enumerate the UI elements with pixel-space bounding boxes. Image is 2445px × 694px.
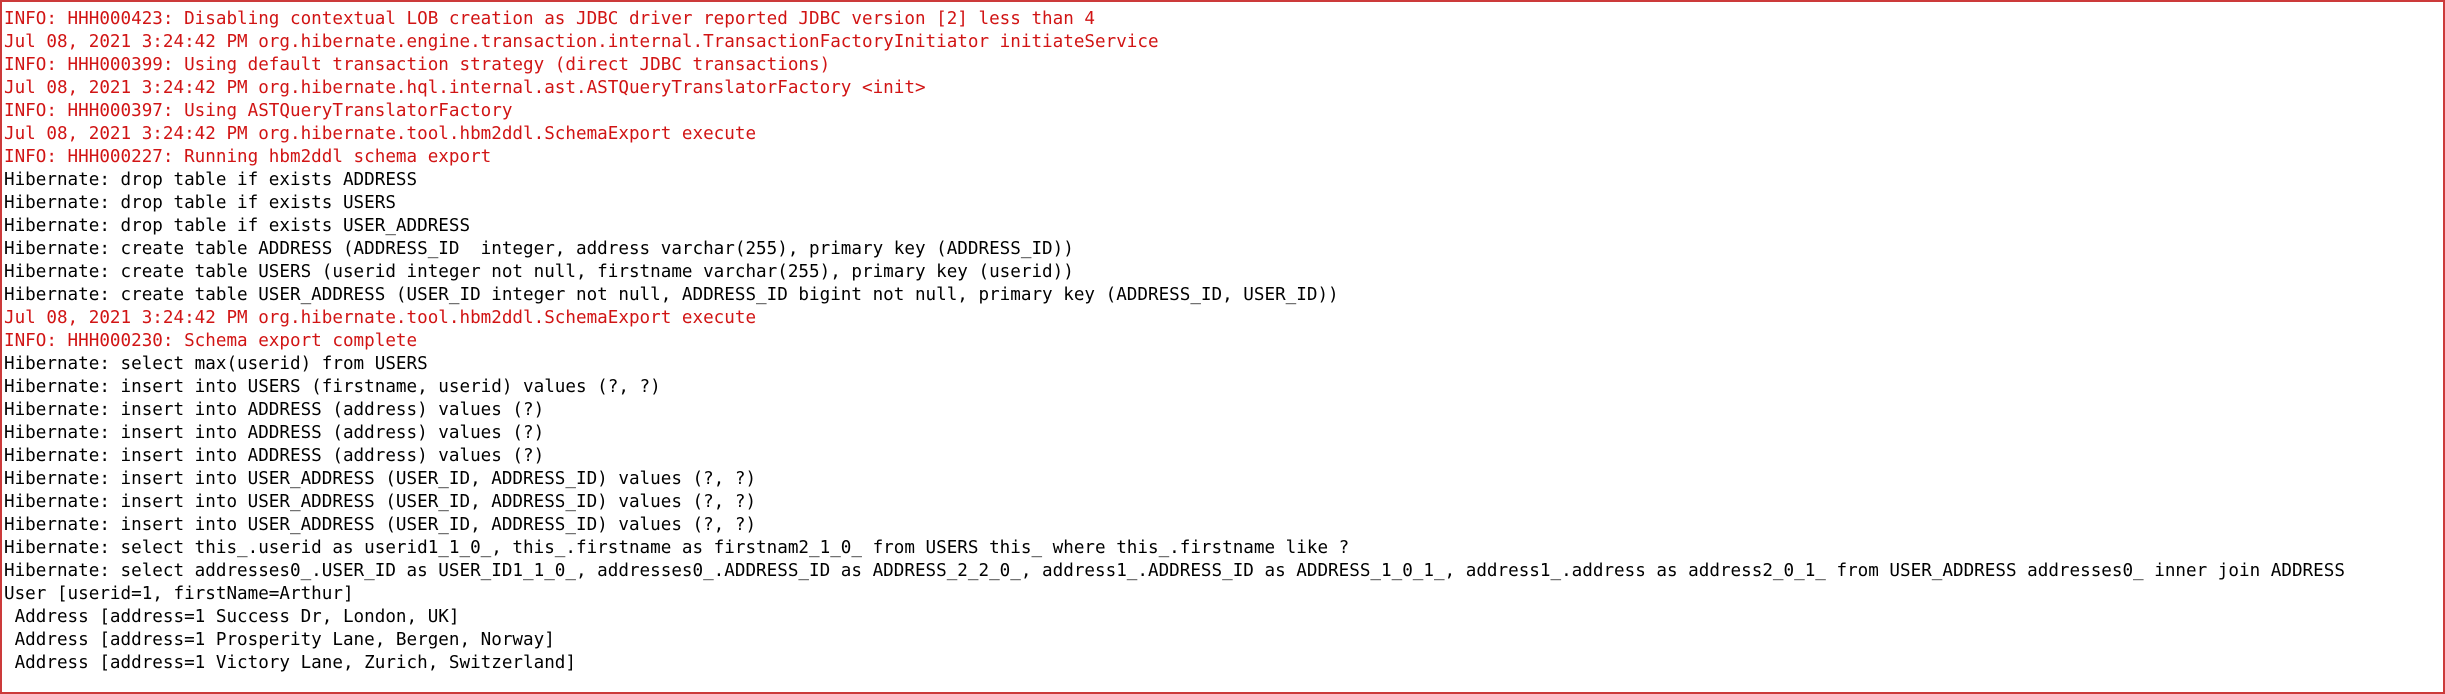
console-line: Jul 08, 2021 3:24:42 PM org.hibernate.hq… xyxy=(4,78,926,98)
console-line: Hibernate: drop table if exists ADDRESS xyxy=(4,170,418,190)
console-line: INFO: HHH000399: Using default transacti… xyxy=(4,55,831,75)
console-line: Jul 08, 2021 3:24:42 PM org.hibernate.to… xyxy=(4,308,757,328)
console-line: Address [address=1 Prosperity Lane, Berg… xyxy=(4,630,555,650)
console-line: User [userid=1, firstName=Arthur] xyxy=(4,584,354,604)
console-line: Hibernate: select addresses0_.USER_ID as… xyxy=(4,561,2345,581)
console-line: INFO: HHH000397: Using ASTQueryTranslato… xyxy=(4,101,513,121)
console-line: INFO: HHH000423: Disabling contextual LO… xyxy=(4,9,1096,29)
console-line: INFO: HHH000227: Running hbm2ddl schema … xyxy=(4,147,492,167)
console-lines: INFO: HHH000423: Disabling contextual LO… xyxy=(4,8,2441,675)
console-line: Hibernate: create table ADDRESS (ADDRESS… xyxy=(4,239,1074,259)
console-line: Jul 08, 2021 3:24:42 PM org.hibernate.to… xyxy=(4,124,757,144)
console-line: INFO: HHH000230: Schema export complete xyxy=(4,331,418,351)
console-line: Hibernate: drop table if exists USER_ADD… xyxy=(4,216,471,236)
console-line: Hibernate: drop table if exists USERS xyxy=(4,193,396,213)
console-line: Hibernate: insert into ADDRESS (address)… xyxy=(4,423,545,443)
console-line: Hibernate: insert into ADDRESS (address)… xyxy=(4,446,545,466)
console-line: Address [address=1 Victory Lane, Zurich,… xyxy=(4,653,576,673)
console-line: Hibernate: select this_.userid as userid… xyxy=(4,538,1350,558)
console-line: Hibernate: create table USER_ADDRESS (US… xyxy=(4,285,1339,305)
console-line: Hibernate: insert into ADDRESS (address)… xyxy=(4,400,545,420)
console-line: Hibernate: create table USERS (userid in… xyxy=(4,262,1074,282)
console-line: Hibernate: insert into USERS (firstname,… xyxy=(4,377,661,397)
console-line: Hibernate: insert into USER_ADDRESS (USE… xyxy=(4,492,757,512)
console-line: Address [address=1 Success Dr, London, U… xyxy=(4,607,460,627)
console-line: Hibernate: insert into USER_ADDRESS (USE… xyxy=(4,515,757,535)
console-line: Hibernate: select max(userid) from USERS xyxy=(4,354,428,374)
console-output-panel[interactable]: INFO: HHH000423: Disabling contextual LO… xyxy=(0,0,2445,694)
console-line: Jul 08, 2021 3:24:42 PM org.hibernate.en… xyxy=(4,32,1159,52)
console-line: Hibernate: insert into USER_ADDRESS (USE… xyxy=(4,469,757,489)
